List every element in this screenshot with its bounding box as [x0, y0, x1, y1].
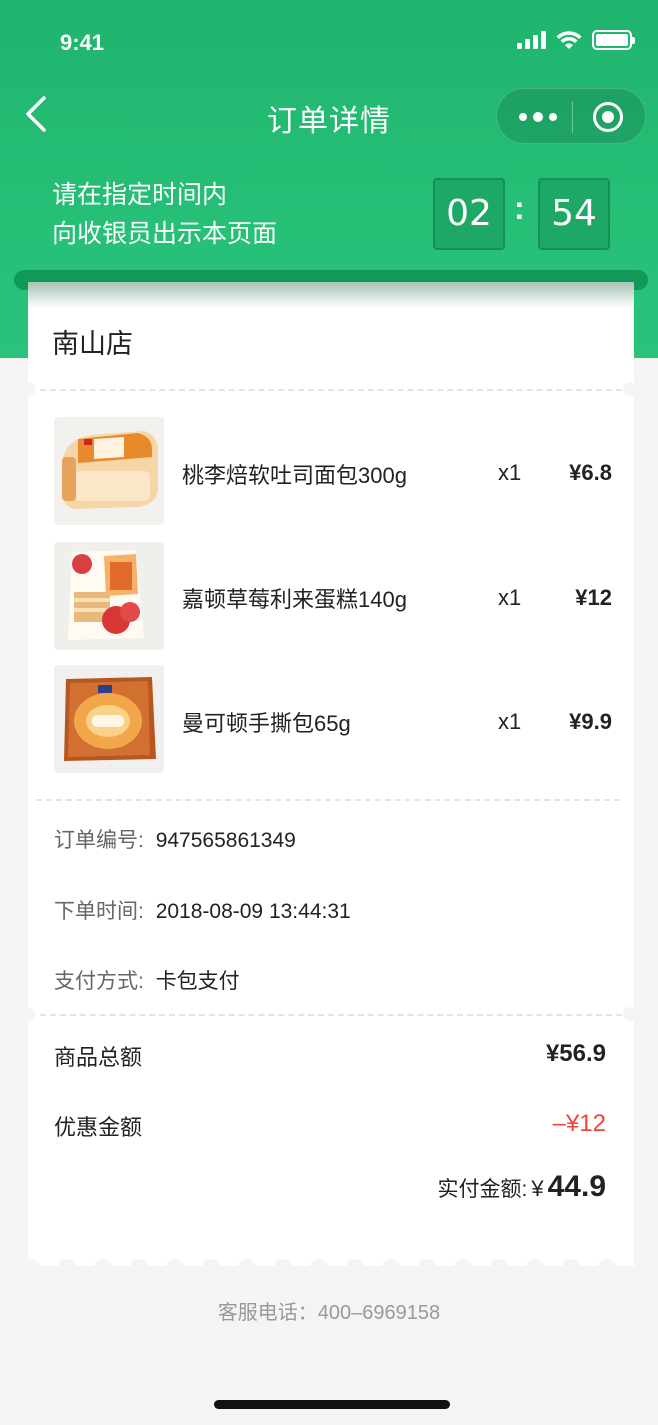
order-time-label: 下单时间:: [54, 900, 144, 923]
scallop: [22, 1259, 40, 1277]
product-image: [54, 417, 164, 525]
mini-program-capsule: [496, 88, 646, 144]
paid-label: 实付金额:: [437, 1178, 528, 1201]
order-number-label: 订单编号:: [54, 829, 144, 852]
scallop: [418, 1259, 436, 1277]
scallop: [166, 1259, 184, 1277]
paid-value: 44.9: [547, 1170, 606, 1203]
ticket-notch: [21, 382, 35, 396]
scallop: [490, 1259, 508, 1277]
tip-line-2: 向收银员出示本页面: [52, 220, 278, 248]
scallop: [202, 1259, 220, 1277]
ticket-notch: [21, 1007, 35, 1021]
total-value: ¥56.9: [545, 1040, 606, 1067]
ticket-notch: [623, 382, 637, 396]
more-dots-icon: [519, 112, 557, 122]
close-circle-icon: [593, 102, 623, 132]
payment-method-label: 支付方式:: [54, 970, 144, 993]
battery-icon: [592, 30, 635, 50]
wifi-icon: [556, 31, 582, 49]
order-time-value: 2018-08-09 13:44:31: [155, 900, 351, 923]
scallop: [94, 1259, 112, 1277]
item-qty: x1: [498, 585, 522, 610]
paid-currency: ¥: [531, 1176, 544, 1201]
item-name: 嘉顿草莓利来蛋糕140g: [182, 587, 407, 612]
item-name: 桃李焙软吐司面包300g: [182, 463, 407, 488]
home-indicator: [214, 1400, 450, 1409]
customer-service-phone[interactable]: 客服电话：400–6969158: [0, 1296, 658, 1325]
scallop: [598, 1259, 616, 1277]
status-icons: [517, 30, 635, 50]
scallop: [562, 1259, 580, 1277]
scallop: [58, 1259, 76, 1277]
product-image: [54, 542, 164, 650]
item-qty: x1: [498, 460, 522, 485]
order-time-row: 下单时间: 2018-08-09 13:44:31: [54, 895, 351, 925]
ticket-slot-shadow: [28, 282, 634, 308]
status-bar: 9:41: [0, 0, 658, 84]
scallop: [274, 1259, 292, 1277]
scallop: [382, 1259, 400, 1277]
ticket-bottom-edge: [22, 1259, 634, 1277]
close-button[interactable]: [573, 89, 647, 145]
scallop: [130, 1259, 148, 1277]
item-price: ¥6.8: [569, 460, 612, 485]
item-price: ¥9.9: [569, 709, 612, 734]
order-card: 南山店 桃李焙软吐司面包300g x1 ¥6.8 嘉顿草莓利来蛋糕140g x1…: [28, 282, 634, 1266]
signal-icon: [517, 31, 546, 49]
scallop: [346, 1259, 364, 1277]
total-label: 商品总额: [54, 1045, 143, 1070]
item-price: ¥12: [575, 585, 612, 610]
paid-amount: 实付金额: ¥44.9: [438, 1170, 606, 1204]
item-name: 曼可顿手撕包65g: [182, 711, 351, 736]
discount-value: –¥12: [552, 1110, 606, 1137]
scallop: [310, 1259, 328, 1277]
item-qty: x1: [498, 709, 522, 734]
scallop: [454, 1259, 472, 1277]
more-button[interactable]: [497, 89, 572, 145]
display-tip: 请在指定时间内 向收银员出示本页面: [52, 176, 277, 254]
store-name: 南山店: [52, 329, 133, 359]
divider: [40, 389, 622, 391]
timer-seconds: 54: [538, 178, 610, 250]
order-number-value: 947565861349: [155, 829, 296, 852]
payment-method-row: 支付方式: 卡包支付: [54, 965, 240, 995]
status-time: 9:41: [60, 30, 105, 55]
ticket-notch: [623, 1007, 637, 1021]
timer-minutes: 02: [433, 178, 505, 250]
scallop: [238, 1259, 256, 1277]
tip-line-1: 请在指定时间内: [52, 181, 228, 209]
order-number-row: 订单编号: 947565861349: [54, 824, 296, 854]
divider: [36, 799, 620, 801]
divider: [40, 1014, 622, 1016]
payment-method-value: 卡包支付: [155, 970, 240, 993]
product-image: [54, 665, 164, 773]
discount-label: 优惠金额: [54, 1115, 143, 1140]
scallop: [526, 1259, 544, 1277]
timer-colon: :: [514, 190, 525, 226]
